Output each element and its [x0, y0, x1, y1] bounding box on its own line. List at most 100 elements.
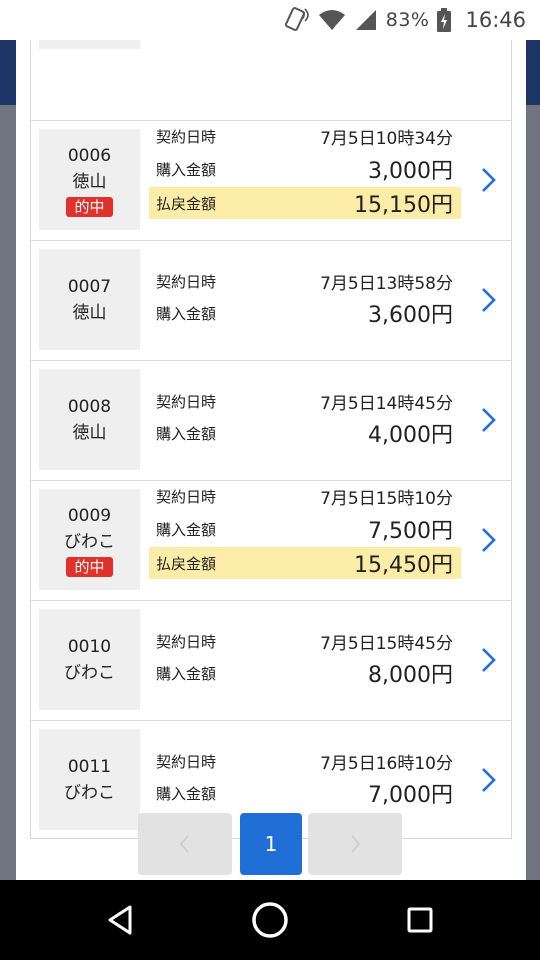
race-number: 0009	[67, 505, 112, 526]
purchase-list: 0006 徳山 的中 契約日時 7月5日10時34分 購入金額 3,000円 払…	[30, 40, 512, 839]
race-venue: 徳山	[72, 422, 107, 443]
race-tile	[39, 40, 140, 49]
payout-amount-line: 払戻金額 15,150円	[149, 187, 461, 219]
chevron-right-icon[interactable]	[479, 165, 499, 195]
purchase-amount-value: 3,600円	[368, 303, 453, 328]
background-header	[526, 40, 540, 105]
purchase-amount-label: 購入金額	[156, 520, 217, 539]
purchase-amount-line: 購入金額 7,000円	[149, 777, 461, 809]
purchase-amount-label: 購入金額	[156, 304, 217, 323]
chevron-right-icon[interactable]	[479, 525, 499, 555]
purchase-amount-value: 7,000円	[368, 783, 453, 808]
contract-time-line: 契約日時 7月5日15時45分	[149, 625, 461, 657]
next-page-button[interactable]	[308, 813, 402, 875]
contract-time-line: 契約日時 7月5日16時10分	[149, 745, 461, 777]
battery-charging-icon	[437, 8, 452, 32]
wifi-icon	[318, 9, 346, 31]
contract-time-value: 7月5日10時34分	[320, 128, 453, 149]
payout-amount-value: 15,450円	[354, 553, 453, 578]
current-page-button[interactable]: 1	[240, 813, 302, 875]
purchase-amount-label: 購入金額	[156, 424, 217, 443]
status-bar: 83% 16:46	[0, 0, 540, 40]
contract-time-value: 7月5日15時45分	[320, 633, 453, 654]
race-number: 0010	[67, 636, 112, 657]
home-button[interactable]	[240, 900, 300, 940]
contract-time-value: 7月5日15時10分	[320, 488, 453, 509]
purchase-row[interactable]: 0007 徳山 契約日時 7月5日13時58分 購入金額 3,600円	[31, 240, 511, 360]
payout-amount-line: 払戻金額 15,450円	[149, 547, 461, 579]
race-venue: 徳山	[72, 171, 107, 192]
race-tile: 0007 徳山	[39, 249, 140, 350]
vibrate-icon	[280, 7, 310, 33]
clock: 16:46	[465, 8, 526, 32]
chevron-right-icon	[351, 835, 361, 853]
purchase-row[interactable]: 0008 徳山 契約日時 7月5日14時45分 購入金額 4,000円	[31, 360, 511, 480]
race-venue: びわこ	[64, 782, 115, 803]
contract-time-label: 契約日時	[156, 752, 217, 771]
payout-amount-label: 払戻金額	[156, 194, 217, 213]
purchase-details: 契約日時 7月5日14時45分 購入金額 4,000円	[149, 361, 461, 481]
payout-amount-value: 15,150円	[354, 193, 453, 218]
race-venue: びわこ	[64, 662, 115, 683]
recents-square-icon	[407, 907, 433, 933]
background-page-right	[526, 40, 540, 880]
purchase-amount-value: 7,500円	[368, 519, 453, 544]
purchase-amount-line: 購入金額 3,000円	[149, 153, 461, 185]
contract-time-line: 契約日時 7月5日13時58分	[149, 265, 461, 297]
recents-button[interactable]	[390, 900, 450, 940]
contract-time-value: 7月5日13時58分	[320, 273, 453, 294]
purchase-amount-label: 購入金額	[156, 160, 217, 179]
purchase-row-partial[interactable]	[31, 40, 511, 60]
race-venue: 徳山	[72, 302, 107, 323]
race-number: 0006	[67, 145, 112, 166]
chevron-right-icon[interactable]	[479, 765, 499, 795]
contract-time-label: 契約日時	[156, 392, 217, 411]
home-circle-icon	[252, 902, 288, 938]
purchase-details: 契約日時 7月5日15時10分 購入金額 7,500円 払戻金額 15,450円	[149, 481, 461, 601]
signal-icon	[354, 9, 378, 31]
chevron-right-icon[interactable]	[479, 645, 499, 675]
race-venue: びわこ	[64, 531, 115, 552]
background-header	[0, 40, 16, 105]
purchase-row[interactable]: 0009 びわこ 的中 契約日時 7月5日15時10分 購入金額 7,500円 …	[31, 480, 511, 600]
purchase-row[interactable]: 0006 徳山 的中 契約日時 7月5日10時34分 購入金額 3,000円 払…	[31, 120, 511, 240]
contract-time-value: 7月5日14時45分	[320, 393, 453, 414]
previous-page-button[interactable]	[138, 813, 232, 875]
race-number: 0008	[67, 396, 112, 417]
purchase-details: 契約日時 7月5日10時34分 購入金額 3,000円 払戻金額 15,150円	[149, 121, 461, 241]
contract-time-line: 契約日時 7月5日14時45分	[149, 385, 461, 417]
back-triangle-icon	[108, 905, 132, 935]
purchase-details: 契約日時 7月5日13時58分 購入金額 3,600円	[149, 241, 461, 361]
purchase-amount-value: 3,000円	[368, 159, 453, 184]
payout-amount-label: 払戻金額	[156, 554, 217, 573]
background-page-left	[0, 40, 16, 880]
contract-time-label: 契約日時	[156, 272, 217, 291]
purchase-amount-value: 8,000円	[368, 663, 453, 688]
race-number: 0011	[67, 756, 112, 777]
purchase-amount-line: 購入金額 3,600円	[149, 297, 461, 329]
contract-time-label: 契約日時	[156, 632, 217, 651]
chevron-right-icon[interactable]	[479, 285, 499, 315]
navigation-bar	[0, 880, 540, 960]
purchase-history-sheet: 0006 徳山 的中 契約日時 7月5日10時34分 購入金額 3,000円 払…	[16, 40, 526, 880]
purchase-amount-line: 購入金額 8,000円	[149, 657, 461, 689]
race-tile: 0009 びわこ 的中	[39, 489, 140, 590]
back-button[interactable]	[90, 900, 150, 940]
race-tile: 0006 徳山 的中	[39, 129, 140, 230]
purchase-row[interactable]: 0010 びわこ 契約日時 7月5日15時45分 購入金額 8,000円	[31, 600, 511, 720]
hit-badge: 的中	[66, 556, 113, 577]
race-number: 0007	[67, 276, 112, 297]
contract-time-line: 契約日時 7月5日15時10分	[149, 480, 461, 512]
chevron-right-icon[interactable]	[479, 405, 499, 435]
race-tile: 0010 びわこ	[39, 609, 140, 710]
contract-time-label: 契約日時	[156, 127, 217, 146]
pagination: 1	[16, 813, 526, 877]
purchase-amount-label: 購入金額	[156, 664, 217, 683]
purchase-details: 契約日時 7月5日15時45分 購入金額 8,000円	[149, 601, 461, 721]
contract-time-label: 契約日時	[156, 487, 217, 506]
hit-badge: 的中	[66, 196, 113, 217]
contract-time-value: 7月5日16時10分	[320, 753, 453, 774]
purchase-amount-value: 4,000円	[368, 423, 453, 448]
purchase-amount-line: 購入金額 4,000円	[149, 417, 461, 449]
purchase-amount-line: 購入金額 7,500円	[149, 513, 461, 545]
